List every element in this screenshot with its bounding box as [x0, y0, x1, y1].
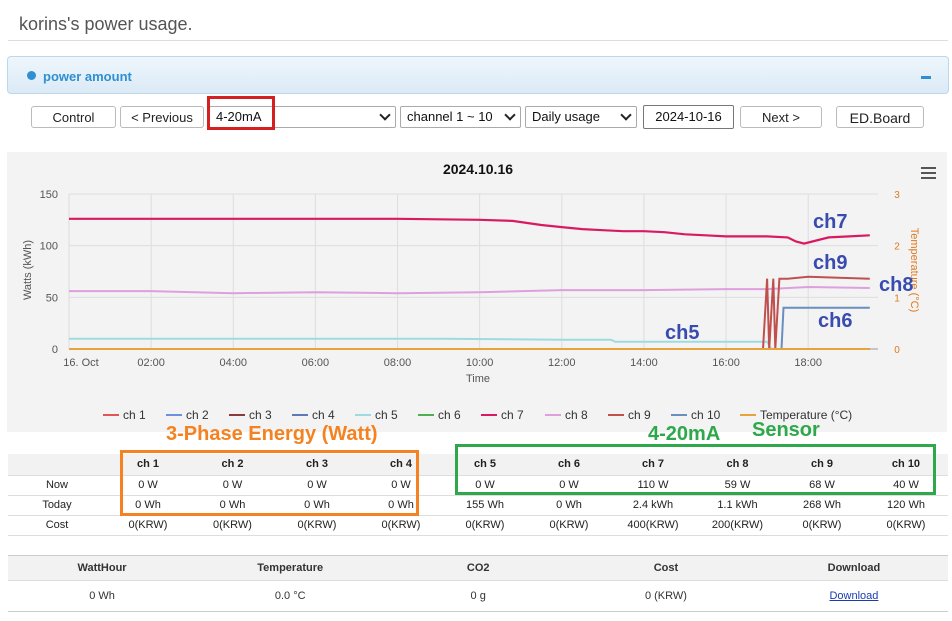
summary-header-temperature: Temperature — [196, 555, 385, 581]
legend-label: ch 1 — [123, 408, 146, 422]
legend-item[interactable]: ch 8 — [545, 408, 588, 422]
x-tick-label: 08:00 — [384, 357, 412, 369]
y-axis-label: Watts (kWh) — [22, 240, 34, 300]
legend-item[interactable]: ch 2 — [166, 408, 209, 422]
menu-icon[interactable] — [921, 167, 936, 179]
legend-item[interactable]: ch 4 — [292, 408, 335, 422]
y-tick-label: 150 — [40, 189, 58, 201]
table-cell: 400(KRW) — [611, 515, 695, 536]
table-cell: 0(KRW) — [527, 515, 611, 536]
legend-label: ch 5 — [375, 408, 398, 422]
legend-item[interactable]: ch 6 — [418, 408, 461, 422]
summary-co2: 0 g — [384, 580, 573, 612]
table-cell: 0 Wh — [527, 495, 611, 516]
legend-item[interactable]: ch 7 — [481, 408, 524, 422]
table-row: Cost 0(KRW) 0(KRW) 0(KRW) 0(KRW) 0(KRW) 0(KRW)… — [8, 515, 948, 536]
table-cell: 120 Wh — [864, 495, 948, 516]
legend-label: ch 7 — [501, 408, 524, 422]
summary-temperature: 0.0 °C — [196, 580, 385, 612]
legend-label: ch 6 — [438, 408, 461, 422]
y-tick-label: 100 — [40, 241, 58, 253]
table-cell: 2.4 kWh — [611, 495, 695, 516]
summary-download-cell: Download — [759, 580, 948, 612]
series-line-ch10 — [69, 306, 870, 350]
legend-item[interactable]: ch 9 — [608, 408, 651, 422]
x-tick-label: 02:00 — [137, 357, 165, 369]
summary-table: WattHour Temperature CO2 Cost Download 0… — [8, 555, 948, 612]
x-tick-label: 06:00 — [302, 357, 330, 369]
annotation-sensor: Sensor — [752, 419, 820, 441]
y2-tick-label: 2 — [894, 242, 900, 253]
annotation-ch7: ch7 — [813, 211, 847, 233]
summary-watthour: 0 Wh — [8, 580, 197, 612]
summary-header-download: Download — [759, 555, 948, 581]
legend-label: ch 4 — [312, 408, 335, 422]
summary-header-watthour: WattHour — [8, 555, 197, 581]
table-cell: 0(KRW) — [275, 515, 359, 536]
y-tick-label: 0 — [52, 344, 58, 356]
y-tick-label: 50 — [46, 292, 58, 304]
annotation-4-20ma: 4-20mA — [648, 423, 721, 445]
x-tick-label: 18:00 — [794, 357, 822, 369]
legend-item[interactable]: ch 1 — [103, 408, 146, 422]
table-cell: 0(KRW) — [443, 515, 527, 536]
row-label: Today — [8, 495, 106, 516]
series-line-ch8 — [69, 285, 870, 295]
legend-label: ch 2 — [186, 408, 209, 422]
summary-cost: 0 (KRW) — [572, 580, 760, 612]
table-cell: 0(KRW) — [864, 515, 948, 536]
table-header-empty — [8, 454, 106, 476]
table-cell: 0(KRW) — [190, 515, 275, 536]
table-cell: 200(KRW) — [695, 515, 780, 536]
x-tick-label: 04:00 — [219, 357, 247, 369]
series-line-ch5 — [69, 337, 870, 350]
legend-label: ch 9 — [628, 408, 651, 422]
y2-tick-label: 3 — [894, 190, 900, 201]
annotation-three-phase: 3-Phase Energy (Watt) — [166, 423, 378, 445]
legend-label: ch 10 — [691, 408, 721, 422]
x-tick-label: 14:00 — [630, 357, 658, 369]
x-tick-label: 10:00 — [466, 357, 494, 369]
legend-item[interactable]: ch 3 — [229, 408, 272, 422]
x-tick-label: 16:00 — [712, 357, 740, 369]
table-cell: 268 Wh — [780, 495, 864, 516]
legend-item[interactable]: ch 5 — [355, 408, 398, 422]
table-cell: 0(KRW) — [780, 515, 864, 536]
annotation-ch5: ch5 — [665, 322, 699, 344]
x-tick-label: 16. Oct — [63, 357, 98, 369]
legend-label: ch 8 — [565, 408, 588, 422]
y2-tick-label: 0 — [894, 345, 900, 356]
summary-header-co2: CO2 — [384, 555, 573, 581]
annotation-ch8: ch8 — [879, 274, 913, 296]
y2-axis-label: Temperature (°C) — [908, 228, 920, 312]
row-label: Cost — [8, 515, 106, 536]
three-phase-highlight-box — [120, 450, 419, 516]
summary-header-row: WattHour Temperature CO2 Cost Download — [8, 555, 948, 581]
annotation-ch9: ch9 — [813, 252, 847, 274]
summary-header-cost: Cost — [572, 555, 760, 581]
legend-item[interactable]: ch 10 — [671, 408, 721, 422]
table-cell: 0(KRW) — [106, 515, 190, 536]
x-axis-label: Time — [466, 373, 490, 385]
series-line-ch7 — [69, 217, 870, 245]
chart-title: 2024.10.16 — [443, 161, 513, 177]
sensor-highlight-box — [455, 444, 936, 495]
annotation-ch6: ch6 — [818, 310, 852, 332]
table-cell: 155 Wh — [443, 495, 527, 516]
summary-value-row: 0 Wh 0.0 °C 0 g 0 (KRW) Download — [8, 580, 948, 612]
row-label: Now — [8, 475, 106, 496]
download-link[interactable]: Download — [829, 590, 878, 602]
legend-label: ch 3 — [249, 408, 272, 422]
x-tick-label: 12:00 — [548, 357, 576, 369]
table-cell: 0(KRW) — [359, 515, 443, 536]
table-cell: 1.1 kWh — [695, 495, 780, 516]
